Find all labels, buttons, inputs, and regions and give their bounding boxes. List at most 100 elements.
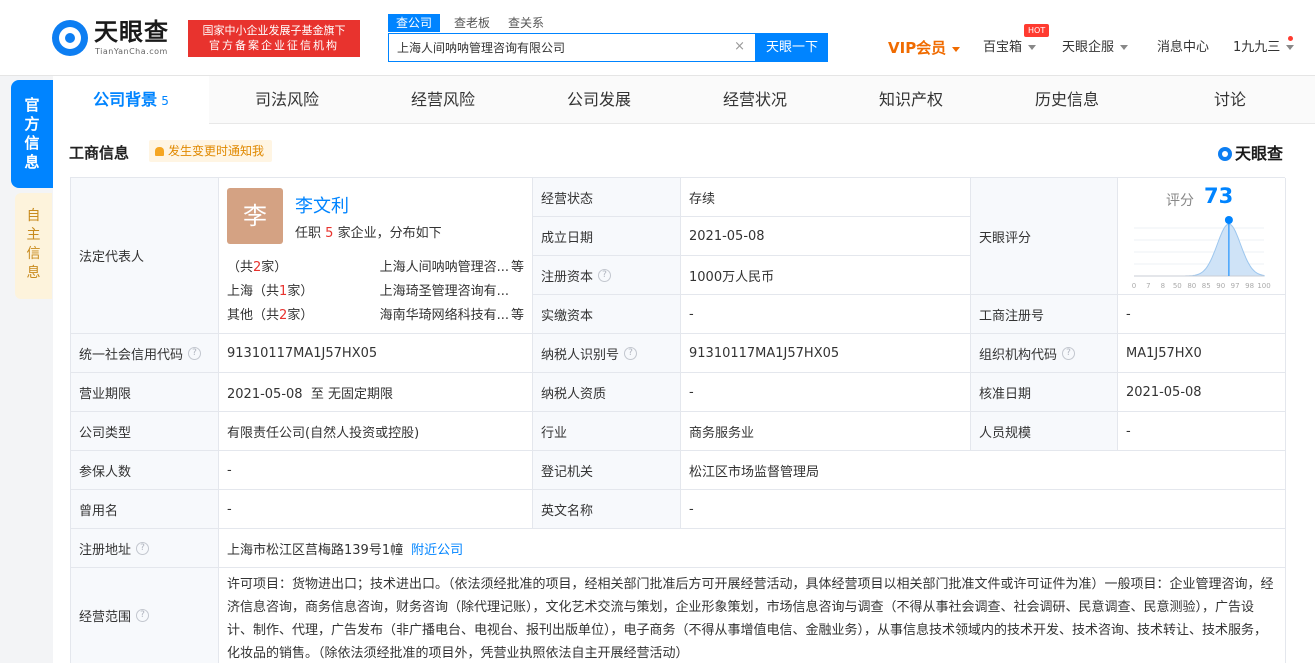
business-info-table: 法定代表人 李 李文利 任职 5 家企业，分布如下 （共2家） 上海人间呐呐管理… <box>70 177 1286 663</box>
insured-label: 参保人数 <box>71 451 219 490</box>
notification-dot <box>1288 36 1293 41</box>
chevron-down-icon <box>1286 45 1295 50</box>
score-label: 天眼评分 <box>971 178 1118 295</box>
hot-badge: HOT <box>1024 24 1050 37</box>
taxpayer-id-label-cell: 纳税人识别号? <box>533 334 681 373</box>
paren-open: （共 <box>227 260 254 275</box>
region-name: 其他 <box>227 308 254 323</box>
tab-company-development[interactable]: 公司发展 <box>521 76 677 124</box>
help-icon[interactable]: ? <box>624 346 638 360</box>
tab-operation-status[interactable]: 经营状况 <box>677 76 833 124</box>
search-tab-relation[interactable]: 查关系 <box>500 14 552 32</box>
region-name: 上海 <box>227 284 254 299</box>
help-icon[interactable]: ? <box>1062 346 1076 360</box>
avatar[interactable]: 李 <box>227 188 283 244</box>
x-tick-label: 8 <box>1161 282 1165 290</box>
tab-discussion[interactable]: 讨论 <box>1145 76 1315 124</box>
help-icon[interactable]: ? <box>136 541 150 555</box>
term-label: 营业期限 <box>71 373 219 412</box>
english-name-label: 英文名称 <box>533 490 681 529</box>
x-tick-label: 100 <box>1257 282 1270 290</box>
region-count: 其他（共2家） <box>227 304 313 323</box>
credit-code-label: 统一社会信用代码 <box>79 347 184 363</box>
eye-logo-icon <box>52 20 88 56</box>
side-tab-official-label: 官方信息 <box>24 96 40 171</box>
x-tick-label: 50 <box>1173 282 1182 290</box>
search-tab-company[interactable]: 查公司 <box>388 14 441 32</box>
etc-label: 等 <box>511 308 525 323</box>
enterprise-service-label: 天眼企服 <box>1062 40 1115 55</box>
vip-menu[interactable]: VIP会员 <box>888 38 961 58</box>
address-value-cell: 上海市松江区莒梅路139号1幢 附近公司 <box>219 529 1286 568</box>
search-button[interactable]: 天眼一下 <box>756 33 828 62</box>
section-title: 工商信息 <box>69 144 130 162</box>
org-code-label-cell: 组织机构代码? <box>971 334 1118 373</box>
logo-text: 天眼查 <box>94 18 169 46</box>
tab-history[interactable]: 历史信息 <box>989 76 1145 124</box>
brand-text: 天眼查 <box>1234 144 1283 163</box>
related-company-link[interactable]: 上海琦圣管理咨询有... <box>359 280 509 299</box>
english-name-value: - <box>681 490 1286 529</box>
list-item: （共2家） 上海人间呐呐管理咨... 等 <box>227 256 527 276</box>
company-type-value: 有限责任公司(自然人投资或控股) <box>219 412 533 451</box>
username: 1九九三 <box>1233 40 1281 55</box>
status-value: 存续 <box>681 178 971 217</box>
related-company-link[interactable]: 海南华琦网络科技有... <box>359 304 509 323</box>
tab-company-background[interactable]: 公司背景 5 <box>53 76 209 125</box>
x-tick-label: 7 <box>1146 282 1150 290</box>
taxpayer-qual-label: 纳税人资质 <box>533 373 681 412</box>
gov-badge-line2: 官方备案企业征信机构 <box>209 39 339 52</box>
enterprise-service-menu[interactable]: 天眼企服 <box>1062 38 1129 58</box>
brand-watermark: 天眼查 <box>1217 140 1283 164</box>
tab-operation-risk[interactable]: 经营风险 <box>365 76 521 124</box>
legal-rep-name-link[interactable]: 李文利 <box>295 192 349 218</box>
approve-date-value: 2021-05-08 <box>1118 373 1286 412</box>
side-tab-official-info[interactable]: 官方信息 <box>11 80 53 188</box>
address-value: 上海市松江区莒梅路139号1幢 <box>227 542 404 558</box>
logo-subtext: TianYanCha.com <box>95 47 168 56</box>
user-menu[interactable]: 1九九三 <box>1233 38 1295 58</box>
taxpayer-qual-value: - <box>681 373 971 412</box>
side-tab-self-info[interactable]: 自主信息 <box>15 193 52 299</box>
founded-label: 成立日期 <box>533 217 681 256</box>
gov-badge-line1: 国家中小企业发展子基金旗下 <box>202 24 346 37</box>
help-icon[interactable]: ? <box>598 268 612 282</box>
legal-rep-label: 法定代表人 <box>71 178 219 334</box>
insured-value: - <box>219 451 533 490</box>
chevron-down-icon <box>1028 45 1037 50</box>
credit-code-value: 91310117MA1J57HX05 <box>219 334 533 373</box>
help-icon[interactable]: ? <box>136 609 150 622</box>
side-tab-self-label: 自主信息 <box>26 208 41 281</box>
credit-code-label-cell: 统一社会信用代码? <box>71 334 219 373</box>
nearby-companies-link[interactable]: 附近公司 <box>411 539 463 558</box>
tab-judicial-risk[interactable]: 司法风险 <box>209 76 365 124</box>
paren-open: （共 <box>253 284 280 299</box>
company-type-label: 公司类型 <box>71 412 219 451</box>
search-input[interactable] <box>389 34 719 61</box>
x-tick-label: 85 <box>1202 282 1211 290</box>
help-icon[interactable]: ? <box>188 346 202 360</box>
region-count: 上海（共1家） <box>227 280 313 299</box>
chevron-down-icon <box>952 47 961 52</box>
gov-badge: 国家中小企业发展子基金旗下 官方备案企业征信机构 <box>188 20 360 57</box>
paid-capital-label: 实缴资本 <box>533 295 681 334</box>
distribution-area <box>1134 223 1265 277</box>
term-value: 2021-05-08 至 无固定期限 <box>219 373 533 412</box>
clear-icon[interactable]: × <box>734 40 745 54</box>
treasure-menu[interactable]: 百宝箱 <box>983 38 1037 58</box>
industry-value: 商务服务业 <box>681 412 971 451</box>
message-center-link[interactable]: 消息中心 <box>1157 38 1209 58</box>
eye-logo-icon <box>1217 147 1232 161</box>
tianyancha-logo[interactable]: 天眼查 TianYanCha.com <box>52 18 182 58</box>
search-tab-boss[interactable]: 查老板 <box>446 14 498 32</box>
notify-on-change-button[interactable]: 发生变更时通知我 <box>149 140 273 162</box>
reg-capital-value: 1000万人民币 <box>681 256 971 295</box>
related-company-link[interactable]: 上海人间呐呐管理咨... <box>359 256 509 275</box>
list-item: 上海（共1家） 上海琦圣管理咨询有... <box>227 280 527 300</box>
top-header: 天眼查 TianYanCha.com 国家中小企业发展子基金旗下 官方备案企业征… <box>0 0 1315 76</box>
score-cell[interactable]: 评分 73 0 7 8 50 80 85 90 97 98 100 <box>1118 178 1286 295</box>
paren-close: 家） <box>287 308 314 323</box>
notify-label: 发生变更时通知我 <box>168 144 265 158</box>
reg-no-value: - <box>1118 295 1286 334</box>
tab-intellectual-property[interactable]: 知识产权 <box>833 76 989 124</box>
